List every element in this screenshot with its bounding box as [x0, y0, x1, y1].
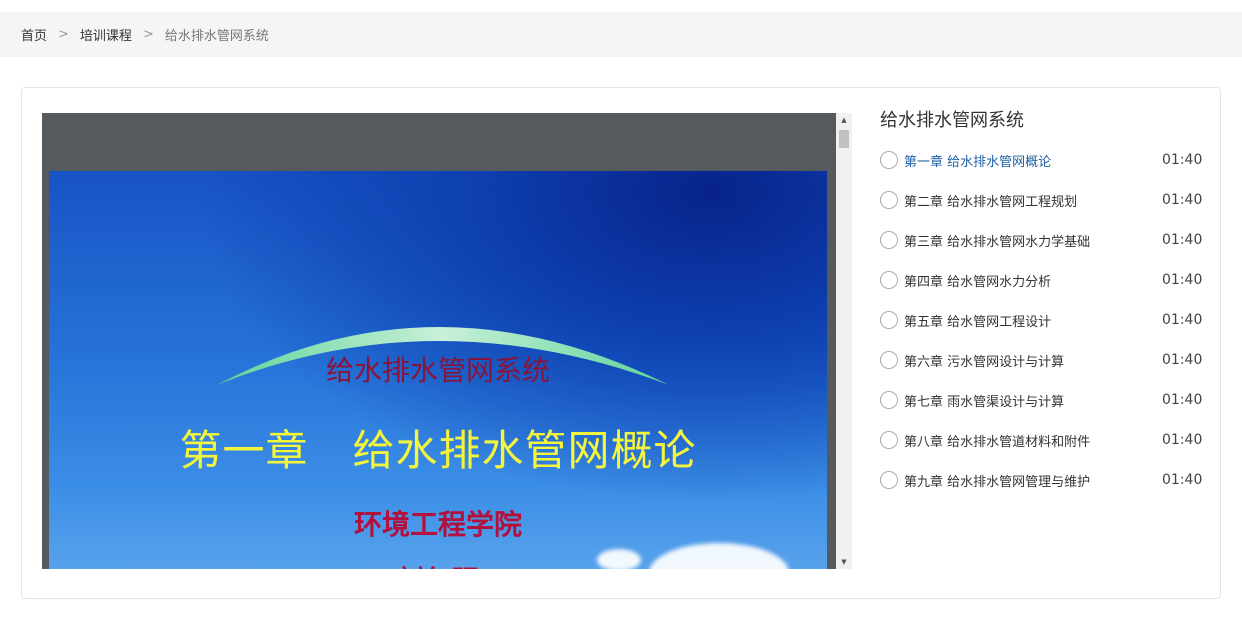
- radio-circle-icon[interactable]: [880, 271, 898, 289]
- breadcrumb-separator: >: [58, 27, 69, 42]
- slide-subtitle: 给水排水管网系统: [325, 354, 550, 387]
- chapter-item[interactable]: 第九章 给水排水管网管理与维护 01:40: [880, 460, 1202, 500]
- chapter-label: 第八章 给水排水管道材料和附件: [904, 434, 1091, 450]
- chapter-item[interactable]: 第一章 给水排水管网概论 01:40: [880, 140, 1202, 180]
- course-title: 给水排水管网系统: [880, 110, 1024, 131]
- chapter-duration: 01:40: [1162, 152, 1203, 168]
- chapter-label: 第九章 给水排水管网管理与维护: [904, 474, 1091, 490]
- chapter-label: 第七章 雨水管渠设计与计算: [904, 394, 1065, 410]
- chapter-duration: 01:40: [1162, 352, 1203, 368]
- chapter-duration: 01:40: [1162, 312, 1203, 328]
- chapter-label: 第四章 给水管网水力分析: [904, 274, 1052, 290]
- breadcrumb-home-link[interactable]: 首页: [21, 25, 47, 44]
- chapter-label: 第六章 污水管网设计与计算: [904, 354, 1065, 370]
- chapter-list: 第一章 给水排水管网概论 01:40 第二章 给水排水管网工程规划 01:40 第三章 …: [880, 140, 1202, 500]
- radio-circle-icon[interactable]: [880, 191, 898, 209]
- slide-page: 给水排水管网系统 第一章给水排水管网概论 环境工程学院 刘仁强: [49, 171, 827, 569]
- course-card: 给水排水管网系统 第一章给水排水管网概论 环境工程学院 刘仁强 ▲ ▼ 给水排水…: [21, 87, 1221, 599]
- slide-school: 环境工程学院: [353, 508, 522, 541]
- radio-circle-icon[interactable]: [880, 151, 898, 169]
- breadcrumb-separator: >: [142, 27, 154, 42]
- chapter-duration: 01:40: [1162, 232, 1203, 248]
- chapter-item[interactable]: 第二章 给水排水管网工程规划 01:40: [880, 180, 1202, 220]
- slide-author: 刘仁强: [49, 559, 827, 569]
- chapter-item[interactable]: 第五章 给水管网工程设计 01:40: [880, 300, 1202, 340]
- radio-circle-icon[interactable]: [880, 351, 898, 369]
- chapter-duration: 01:40: [1162, 272, 1203, 288]
- chapter-duration: 01:40: [1162, 472, 1203, 488]
- triangle-up-icon[interactable]: ▲: [836, 113, 852, 127]
- chapter-item[interactable]: 第八章 给水排水管道材料和附件 01:40: [880, 420, 1202, 460]
- radio-circle-icon[interactable]: [880, 391, 898, 409]
- breadcrumb: 首页 > 培训课程 > 给水排水管网系统: [0, 12, 1242, 57]
- chapter-duration: 01:40: [1162, 432, 1203, 448]
- chapter-label: 第五章 给水管网工程设计: [904, 314, 1052, 330]
- breadcrumb-current: 给水排水管网系统: [164, 29, 269, 44]
- radio-circle-icon[interactable]: [880, 311, 898, 329]
- chapter-label: 第三章 给水排水管网水力学基础: [904, 234, 1091, 250]
- scrollbar-thumb[interactable]: [839, 130, 849, 148]
- slide-chapter-heading: 第一章 给水排水管网概论: [49, 417, 827, 478]
- chapter-item[interactable]: 第四章 给水管网水力分析 01:40: [880, 260, 1202, 300]
- chapter-item[interactable]: 第六章 污水管网设计与计算 01:40: [880, 340, 1202, 380]
- radio-circle-icon[interactable]: [880, 431, 898, 449]
- chapter-item[interactable]: 第三章 给水排水管网水力学基础 01:40: [880, 220, 1202, 260]
- triangle-down-icon[interactable]: ▼: [836, 555, 852, 569]
- radio-circle-icon[interactable]: [880, 471, 898, 489]
- chapter-label: 第二章 给水排水管网工程规划: [904, 194, 1078, 210]
- radio-circle-icon[interactable]: [880, 231, 898, 249]
- chapter-label: 第一章 给水排水管网概论: [904, 154, 1052, 170]
- chapter-duration: 01:40: [1162, 192, 1203, 208]
- document-viewer[interactable]: 给水排水管网系统 第一章给水排水管网概论 环境工程学院 刘仁强: [42, 113, 852, 569]
- slide-chapter-prefix: 第一章: [179, 426, 309, 475]
- breadcrumb-category-link[interactable]: 培训课程: [80, 25, 132, 44]
- chapter-duration: 01:40: [1162, 392, 1203, 408]
- slide-chapter-title: 给水排水管网概论: [352, 426, 697, 475]
- viewer-scrollbar[interactable]: ▲ ▼: [836, 113, 852, 569]
- chapter-item[interactable]: 第七章 雨水管渠设计与计算 01:40: [880, 380, 1202, 420]
